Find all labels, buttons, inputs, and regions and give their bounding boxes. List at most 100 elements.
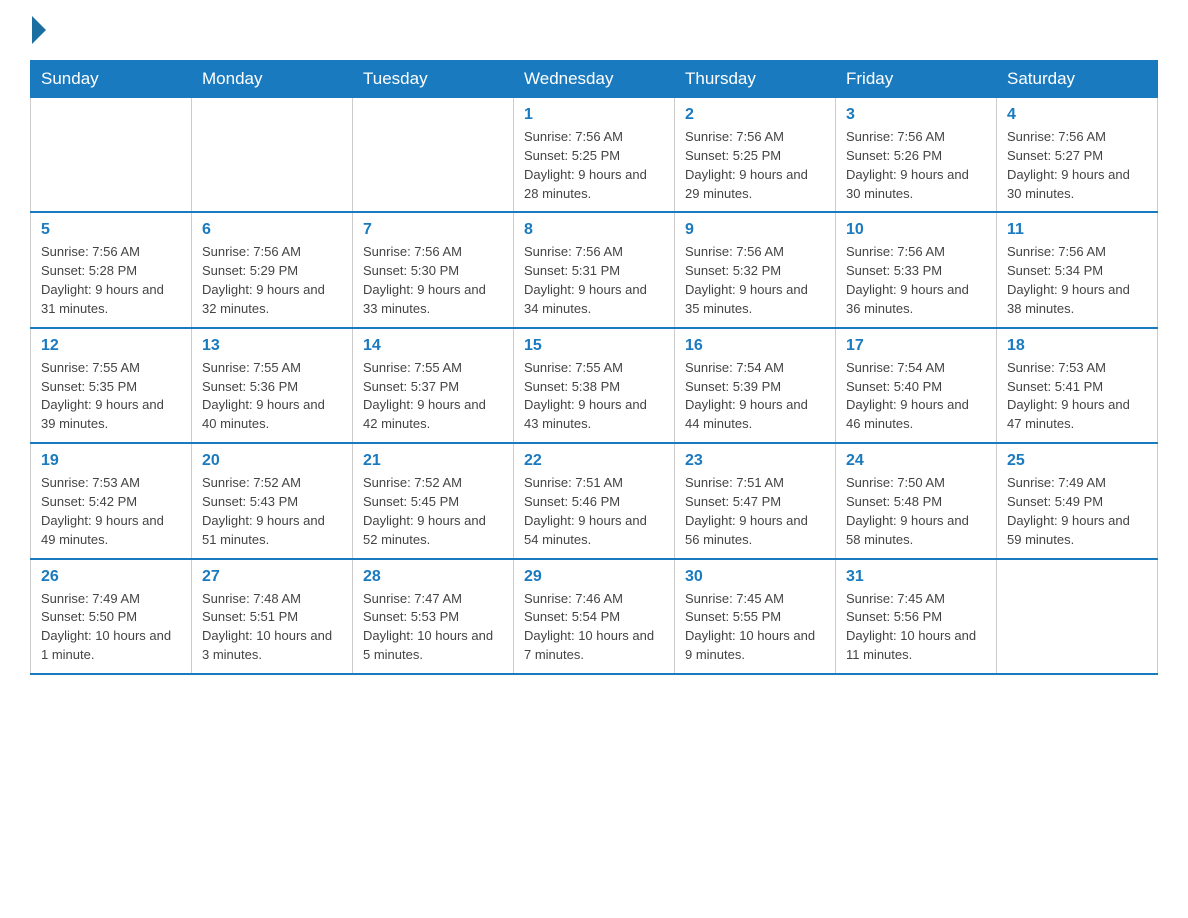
weekday-header-row: SundayMondayTuesdayWednesdayThursdayFrid… <box>31 61 1158 98</box>
day-info: Sunrise: 7:54 AM Sunset: 5:40 PM Dayligh… <box>846 359 986 434</box>
calendar-cell: 1 Sunrise: 7:56 AM Sunset: 5:25 PM Daylig… <box>514 98 675 213</box>
day-number: 16 <box>685 337 825 355</box>
day-info: Sunrise: 7:56 AM Sunset: 5:30 PM Dayligh… <box>363 243 503 318</box>
day-info: Sunrise: 7:56 AM Sunset: 5:29 PM Dayligh… <box>202 243 342 318</box>
day-info: Sunrise: 7:55 AM Sunset: 5:37 PM Dayligh… <box>363 359 503 434</box>
calendar-cell: 2 Sunrise: 7:56 AM Sunset: 5:25 PM Daylig… <box>675 98 836 213</box>
day-info: Sunrise: 7:52 AM Sunset: 5:43 PM Dayligh… <box>202 474 342 549</box>
weekday-header-wednesday: Wednesday <box>514 61 675 98</box>
day-info: Sunrise: 7:47 AM Sunset: 5:53 PM Dayligh… <box>363 590 503 665</box>
calendar-cell: 27 Sunrise: 7:48 AM Sunset: 5:51 PM Dayli… <box>192 559 353 674</box>
day-info: Sunrise: 7:56 AM Sunset: 5:28 PM Dayligh… <box>41 243 181 318</box>
calendar-cell: 4 Sunrise: 7:56 AM Sunset: 5:27 PM Daylig… <box>997 98 1158 213</box>
day-number: 29 <box>524 568 664 586</box>
calendar-cell: 5Sunrise: 7:56 AM Sunset: 5:28 PM Daylig… <box>31 212 192 327</box>
day-number: 3 <box>846 106 986 124</box>
weekday-header-tuesday: Tuesday <box>353 61 514 98</box>
day-info: Sunrise: 7:45 AM Sunset: 5:55 PM Dayligh… <box>685 590 825 665</box>
day-number: 22 <box>524 452 664 470</box>
day-number: 15 <box>524 337 664 355</box>
day-number: 7 <box>363 221 503 239</box>
day-info: Sunrise: 7:53 AM Sunset: 5:42 PM Dayligh… <box>41 474 181 549</box>
weekday-header-friday: Friday <box>836 61 997 98</box>
day-number: 9 <box>685 221 825 239</box>
calendar-cell: 21 Sunrise: 7:52 AM Sunset: 5:45 PM Dayli… <box>353 443 514 558</box>
calendar-cell: 16 Sunrise: 7:54 AM Sunset: 5:39 PM Dayli… <box>675 328 836 443</box>
calendar-cell <box>192 98 353 213</box>
logo <box>30 20 46 44</box>
calendar-cell: 7 Sunrise: 7:56 AM Sunset: 5:30 PM Daylig… <box>353 212 514 327</box>
calendar-cell: 17 Sunrise: 7:54 AM Sunset: 5:40 PM Dayli… <box>836 328 997 443</box>
logo-arrow-icon <box>32 16 46 44</box>
day-number: 25 <box>1007 452 1147 470</box>
calendar-cell: 25 Sunrise: 7:49 AM Sunset: 5:49 PM Dayli… <box>997 443 1158 558</box>
weekday-header-saturday: Saturday <box>997 61 1158 98</box>
day-number: 27 <box>202 568 342 586</box>
day-info: Sunrise: 7:51 AM Sunset: 5:46 PM Dayligh… <box>524 474 664 549</box>
day-info: Sunrise: 7:51 AM Sunset: 5:47 PM Dayligh… <box>685 474 825 549</box>
day-number: 31 <box>846 568 986 586</box>
day-info: Sunrise: 7:55 AM Sunset: 5:36 PM Dayligh… <box>202 359 342 434</box>
day-number: 19 <box>41 452 181 470</box>
calendar-week-row: 5Sunrise: 7:56 AM Sunset: 5:28 PM Daylig… <box>31 212 1158 327</box>
day-number: 21 <box>363 452 503 470</box>
calendar-cell: 23 Sunrise: 7:51 AM Sunset: 5:47 PM Dayli… <box>675 443 836 558</box>
page-header <box>30 20 1158 44</box>
day-info: Sunrise: 7:56 AM Sunset: 5:32 PM Dayligh… <box>685 243 825 318</box>
weekday-header-monday: Monday <box>192 61 353 98</box>
day-number: 2 <box>685 106 825 124</box>
day-number: 4 <box>1007 106 1147 124</box>
calendar-cell: 8Sunrise: 7:56 AM Sunset: 5:31 PM Daylig… <box>514 212 675 327</box>
calendar-cell: 19 Sunrise: 7:53 AM Sunset: 5:42 PM Dayli… <box>31 443 192 558</box>
day-info: Sunrise: 7:56 AM Sunset: 5:31 PM Dayligh… <box>524 243 664 318</box>
day-info: Sunrise: 7:55 AM Sunset: 5:38 PM Dayligh… <box>524 359 664 434</box>
day-number: 23 <box>685 452 825 470</box>
day-info: Sunrise: 7:55 AM Sunset: 5:35 PM Dayligh… <box>41 359 181 434</box>
calendar-cell: 29Sunrise: 7:46 AM Sunset: 5:54 PM Dayli… <box>514 559 675 674</box>
calendar-cell: 9 Sunrise: 7:56 AM Sunset: 5:32 PM Daylig… <box>675 212 836 327</box>
day-number: 18 <box>1007 337 1147 355</box>
day-number: 1 <box>524 106 664 124</box>
calendar-week-row: 26 Sunrise: 7:49 AM Sunset: 5:50 PM Dayli… <box>31 559 1158 674</box>
calendar-cell: 18Sunrise: 7:53 AM Sunset: 5:41 PM Dayli… <box>997 328 1158 443</box>
day-number: 10 <box>846 221 986 239</box>
calendar-cell: 10 Sunrise: 7:56 AM Sunset: 5:33 PM Dayli… <box>836 212 997 327</box>
calendar-cell: 12 Sunrise: 7:55 AM Sunset: 5:35 PM Dayli… <box>31 328 192 443</box>
calendar-cell: 26 Sunrise: 7:49 AM Sunset: 5:50 PM Dayli… <box>31 559 192 674</box>
day-info: Sunrise: 7:50 AM Sunset: 5:48 PM Dayligh… <box>846 474 986 549</box>
day-number: 13 <box>202 337 342 355</box>
calendar-cell: 3Sunrise: 7:56 AM Sunset: 5:26 PM Daylig… <box>836 98 997 213</box>
day-info: Sunrise: 7:56 AM Sunset: 5:25 PM Dayligh… <box>685 128 825 203</box>
day-number: 26 <box>41 568 181 586</box>
day-info: Sunrise: 7:49 AM Sunset: 5:50 PM Dayligh… <box>41 590 181 665</box>
calendar-cell: 20 Sunrise: 7:52 AM Sunset: 5:43 PM Dayli… <box>192 443 353 558</box>
calendar-table: SundayMondayTuesdayWednesdayThursdayFrid… <box>30 60 1158 675</box>
calendar-cell: 22 Sunrise: 7:51 AM Sunset: 5:46 PM Dayli… <box>514 443 675 558</box>
day-info: Sunrise: 7:56 AM Sunset: 5:25 PM Dayligh… <box>524 128 664 203</box>
day-number: 30 <box>685 568 825 586</box>
day-number: 20 <box>202 452 342 470</box>
day-info: Sunrise: 7:54 AM Sunset: 5:39 PM Dayligh… <box>685 359 825 434</box>
day-number: 17 <box>846 337 986 355</box>
day-info: Sunrise: 7:56 AM Sunset: 5:33 PM Dayligh… <box>846 243 986 318</box>
day-number: 24 <box>846 452 986 470</box>
day-info: Sunrise: 7:56 AM Sunset: 5:34 PM Dayligh… <box>1007 243 1147 318</box>
calendar-week-row: 12 Sunrise: 7:55 AM Sunset: 5:35 PM Dayli… <box>31 328 1158 443</box>
day-info: Sunrise: 7:52 AM Sunset: 5:45 PM Dayligh… <box>363 474 503 549</box>
weekday-header-sunday: Sunday <box>31 61 192 98</box>
day-number: 6 <box>202 221 342 239</box>
day-info: Sunrise: 7:49 AM Sunset: 5:49 PM Dayligh… <box>1007 474 1147 549</box>
day-info: Sunrise: 7:56 AM Sunset: 5:27 PM Dayligh… <box>1007 128 1147 203</box>
calendar-cell <box>31 98 192 213</box>
calendar-cell <box>997 559 1158 674</box>
calendar-cell: 6 Sunrise: 7:56 AM Sunset: 5:29 PM Daylig… <box>192 212 353 327</box>
calendar-cell: 11 Sunrise: 7:56 AM Sunset: 5:34 PM Dayli… <box>997 212 1158 327</box>
calendar-cell: 31 Sunrise: 7:45 AM Sunset: 5:56 PM Dayli… <box>836 559 997 674</box>
calendar-week-row: 1 Sunrise: 7:56 AM Sunset: 5:25 PM Daylig… <box>31 98 1158 213</box>
day-number: 14 <box>363 337 503 355</box>
day-number: 12 <box>41 337 181 355</box>
weekday-header-thursday: Thursday <box>675 61 836 98</box>
day-info: Sunrise: 7:45 AM Sunset: 5:56 PM Dayligh… <box>846 590 986 665</box>
day-info: Sunrise: 7:48 AM Sunset: 5:51 PM Dayligh… <box>202 590 342 665</box>
day-number: 11 <box>1007 221 1147 239</box>
